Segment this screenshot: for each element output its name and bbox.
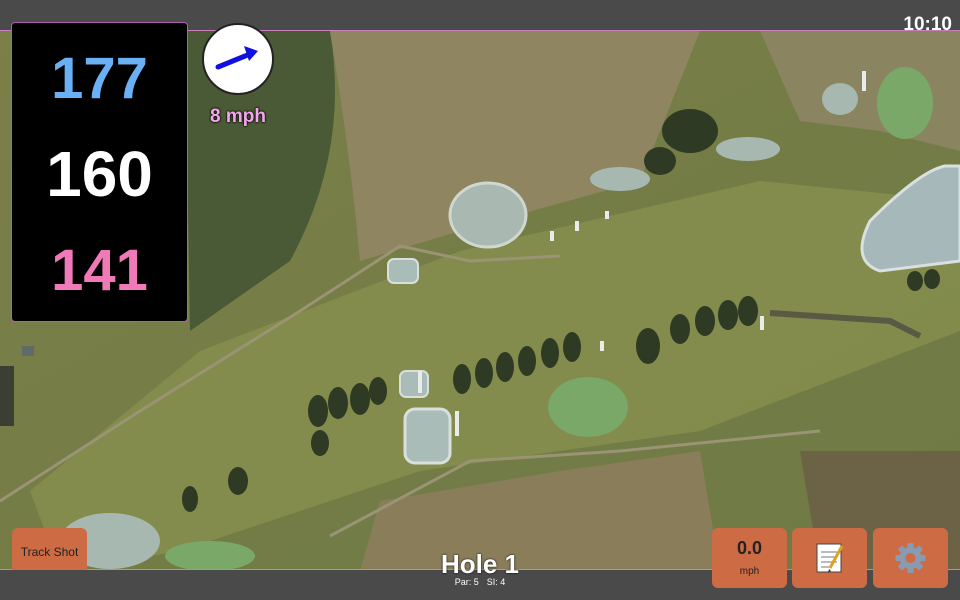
wind-direction-indicator bbox=[202, 23, 274, 95]
settings-button[interactable] bbox=[873, 528, 948, 588]
hole-stroke-index: SI: 4 bbox=[486, 577, 506, 587]
speed-value: 0.0 bbox=[736, 538, 763, 558]
arrow-icon bbox=[215, 46, 258, 70]
speed-button[interactable]: 0.0 mph bbox=[712, 528, 787, 588]
hole-par: Par: 5 bbox=[454, 577, 479, 587]
hole-info: Par: 5 SI: 4 bbox=[380, 577, 580, 587]
notepad-icon bbox=[816, 543, 844, 573]
back-distance: 177 bbox=[51, 46, 148, 111]
hole-title: Hole 1 bbox=[440, 549, 520, 579]
notes-button[interactable] bbox=[792, 528, 867, 588]
gear-icon bbox=[895, 543, 926, 573]
distance-panel: 177 160 141 bbox=[11, 22, 188, 322]
speed-unit: mph bbox=[739, 566, 760, 577]
front-distance: 141 bbox=[51, 238, 148, 303]
center-distance: 160 bbox=[46, 138, 153, 210]
wind-speed: 8 mph bbox=[210, 106, 266, 127]
track-shot-label: Track Shot bbox=[20, 545, 79, 559]
